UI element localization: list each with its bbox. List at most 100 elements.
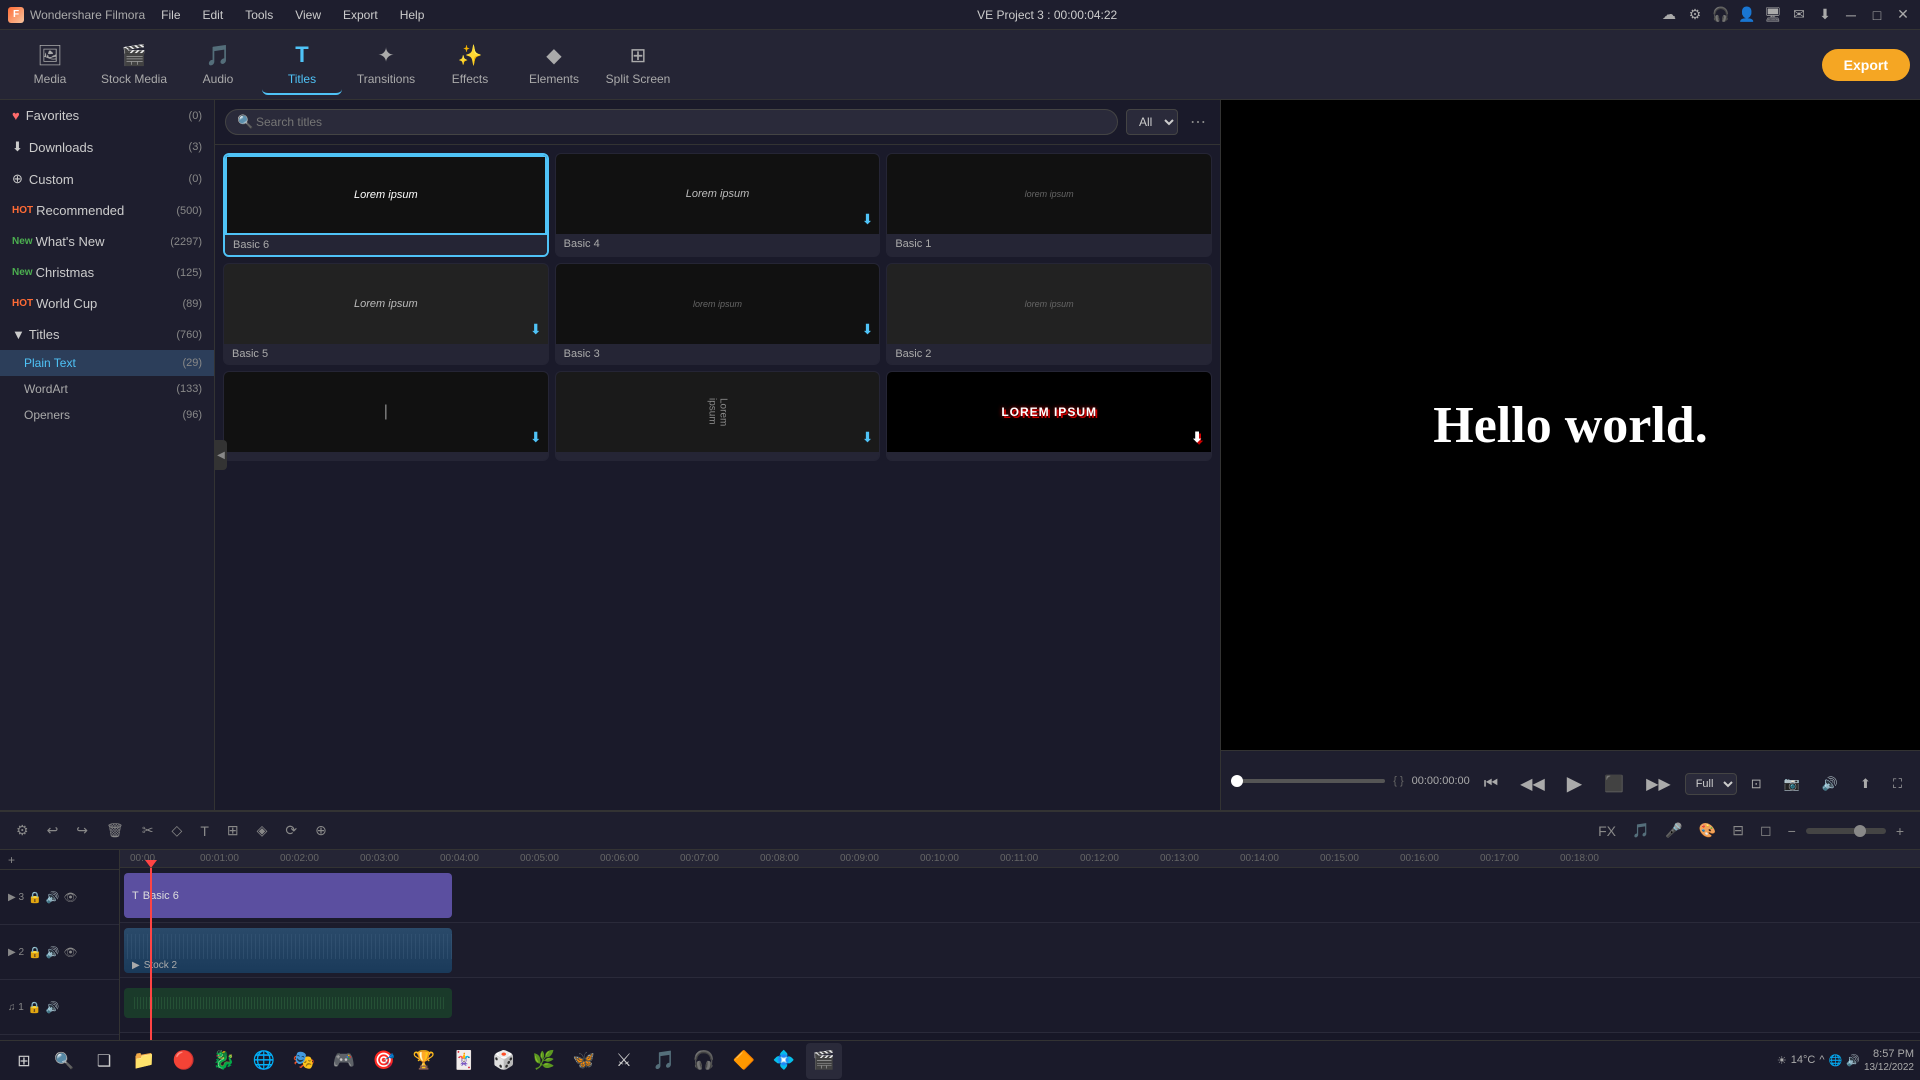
sidebar-favorites[interactable]: ♥ Favorites (0) bbox=[0, 100, 214, 131]
title-card-row3-1[interactable]: | ⬇ bbox=[223, 371, 549, 461]
zoom-out-button[interactable]: − bbox=[1782, 818, 1802, 843]
taskbar-app6[interactable]: 🏆 bbox=[406, 1043, 442, 1079]
crop-button[interactable]: ⊞ bbox=[221, 818, 245, 843]
next-frame-button[interactable]: ▶▶ bbox=[1638, 770, 1679, 798]
taskbar-app5[interactable]: 🎯 bbox=[366, 1043, 402, 1079]
sidebar-collapse-button[interactable]: ◀ bbox=[215, 440, 227, 470]
taskbar-app2[interactable]: 🐉 bbox=[206, 1043, 242, 1079]
toolbar-effects[interactable]: ✨ Effects bbox=[430, 35, 510, 95]
track-clip-title[interactable]: T Basic 6 bbox=[124, 873, 452, 918]
fit-screen-button[interactable]: ⊡ bbox=[1743, 772, 1770, 796]
taskbar-app12[interactable]: 🎵 bbox=[646, 1043, 682, 1079]
maximize-button[interactable]: □ bbox=[1868, 6, 1886, 24]
taskbar-vlc[interactable]: 🔶 bbox=[726, 1043, 762, 1079]
title-card-basic3[interactable]: lorem ipsum ⬇ Basic 3 bbox=[555, 263, 881, 365]
speed-button[interactable]: ⟳ bbox=[279, 818, 303, 843]
settings-icon[interactable]: ⚙ bbox=[1686, 6, 1704, 24]
sidebar-plain-text[interactable]: Plain Text (29) bbox=[0, 350, 214, 376]
taskbar-app11[interactable]: ⚔ bbox=[606, 1043, 642, 1079]
track2-lock[interactable]: 🔒 bbox=[28, 946, 42, 959]
track3-mute[interactable]: 🔊 bbox=[46, 891, 60, 904]
rewind-button[interactable]: ⏮ bbox=[1476, 771, 1506, 797]
track3-lock[interactable]: 🔒 bbox=[28, 891, 42, 904]
taskbar-app10[interactable]: 🦋 bbox=[566, 1043, 602, 1079]
taskbar-app9[interactable]: 🌿 bbox=[526, 1043, 562, 1079]
zoom-slider-handle[interactable] bbox=[1854, 825, 1866, 837]
keyframe-button[interactable]: ◈ bbox=[251, 818, 274, 843]
toolbar-audio[interactable]: 🎵 Audio bbox=[178, 35, 258, 95]
timeline-fx-button[interactable]: FX bbox=[1592, 818, 1622, 843]
minimize-button[interactable]: ─ bbox=[1842, 6, 1860, 24]
download-icon[interactable]: ⬇ bbox=[1816, 6, 1834, 24]
task-view-button[interactable]: ❑ bbox=[86, 1043, 122, 1079]
menu-tools[interactable]: Tools bbox=[235, 6, 283, 24]
taskbar-spotify[interactable]: 🎧 bbox=[686, 1043, 722, 1079]
cut-button[interactable]: ✂ bbox=[136, 818, 160, 843]
taskbar-explorer[interactable]: 📁 bbox=[126, 1043, 162, 1079]
add-to-timeline-button[interactable]: + bbox=[8, 853, 15, 867]
audio-clip[interactable] bbox=[124, 988, 452, 1018]
play-button[interactable]: ▶ bbox=[1559, 767, 1590, 800]
sidebar-wordart[interactable]: WordArt (133) bbox=[0, 376, 214, 402]
sidebar-christmas[interactable]: New Christmas (125) bbox=[0, 257, 214, 288]
taskbar-app3[interactable]: 🎭 bbox=[286, 1043, 322, 1079]
menu-help[interactable]: Help bbox=[390, 6, 435, 24]
title-card-lorem-red[interactable]: LOREM IPSUM ⬇ bbox=[886, 371, 1212, 461]
taskbar-app1[interactable]: 🔴 bbox=[166, 1043, 202, 1079]
track2-hide[interactable]: 👁 bbox=[63, 946, 77, 959]
title-card-basic4[interactable]: Lorem ipsum ⬇ Basic 4 bbox=[555, 153, 881, 257]
undo-button[interactable]: ↩ bbox=[41, 818, 65, 843]
grid-view-icon[interactable]: ⋯ bbox=[1186, 108, 1210, 136]
timeline-settings-button[interactable]: ⚙ bbox=[10, 818, 35, 843]
filter-dropdown[interactable]: All bbox=[1126, 109, 1178, 135]
track-clip-video[interactable]: ▶ Stock 2 bbox=[124, 928, 452, 973]
menu-view[interactable]: View bbox=[285, 6, 331, 24]
timeline-color-button[interactable]: 🎨 bbox=[1693, 818, 1722, 843]
track3-hide[interactable]: 👁 bbox=[63, 891, 77, 904]
taskbar-chevron-icon[interactable]: ^ bbox=[1819, 1054, 1824, 1066]
search-input[interactable] bbox=[225, 109, 1118, 135]
taskbar-app7[interactable]: 🃏 bbox=[446, 1043, 482, 1079]
fullscreen-button[interactable]: ⛶ bbox=[1885, 772, 1910, 796]
taskbar-filmora[interactable]: 🎬 bbox=[806, 1043, 842, 1079]
title-card-basic6[interactable]: Lorem ipsum Basic 6 bbox=[223, 153, 549, 257]
mail-icon[interactable]: ✉ bbox=[1790, 6, 1808, 24]
export-button[interactable]: Export bbox=[1822, 49, 1910, 81]
screen-icon[interactable]: 🖥 bbox=[1764, 6, 1782, 24]
start-button[interactable]: ⊞ bbox=[6, 1043, 42, 1079]
sidebar-downloads[interactable]: ⬇ Downloads (3) bbox=[0, 131, 214, 163]
headset-icon[interactable]: 🎧 bbox=[1712, 6, 1730, 24]
menu-export[interactable]: Export bbox=[333, 6, 388, 24]
track2-mute[interactable]: 🔊 bbox=[46, 946, 60, 959]
toolbar-titles[interactable]: T Titles bbox=[262, 35, 342, 95]
export-frame-button[interactable]: ⬆ bbox=[1852, 772, 1879, 796]
timeline-audio-button[interactable]: 🎵 bbox=[1626, 818, 1655, 843]
taskbar-app13[interactable]: 💠 bbox=[766, 1043, 802, 1079]
title-card-basic1[interactable]: lorem ipsum Basic 1 bbox=[886, 153, 1212, 257]
history-button[interactable]: ⊕ bbox=[309, 818, 333, 843]
title-card-row3-2[interactable]: Loremipsum ⬇ bbox=[555, 371, 881, 461]
title-card-basic5[interactable]: Lorem ipsum ⬇ Basic 5 bbox=[223, 263, 549, 365]
zoom-select[interactable]: Full bbox=[1685, 773, 1737, 795]
stop-button[interactable]: ⬛ bbox=[1596, 770, 1632, 798]
title-card-basic2[interactable]: lorem ipsum Basic 2 bbox=[886, 263, 1212, 365]
taskbar-chrome[interactable]: 🌐 bbox=[246, 1043, 282, 1079]
timeline-crop-button[interactable]: ◻ bbox=[1754, 818, 1778, 843]
search-taskbar-button[interactable]: 🔍 bbox=[46, 1043, 82, 1079]
toolbar-stock-media[interactable]: 🎬 Stock Media bbox=[94, 35, 174, 95]
sidebar-custom[interactable]: ⊕ Custom (0) bbox=[0, 163, 214, 195]
taskbar-app4[interactable]: 🎮 bbox=[326, 1043, 362, 1079]
sidebar-openers[interactable]: Openers (96) bbox=[0, 402, 214, 428]
sidebar-recommended[interactable]: HOT Recommended (500) bbox=[0, 195, 214, 226]
volume-button[interactable]: 🔊 bbox=[1814, 772, 1846, 796]
toolbar-transitions[interactable]: ✦ Transitions bbox=[346, 35, 426, 95]
zoom-in-button[interactable]: + bbox=[1890, 818, 1910, 843]
screenshot-button[interactable]: 📷 bbox=[1776, 772, 1808, 796]
text-button[interactable]: T bbox=[194, 819, 215, 843]
taskbar-clock[interactable]: 8:57 PM 13/12/2022 bbox=[1864, 1047, 1914, 1074]
redo-button[interactable]: ↪ bbox=[70, 818, 94, 843]
close-button[interactable]: ✕ bbox=[1894, 6, 1912, 24]
cloud-icon[interactable]: ☁ bbox=[1660, 6, 1678, 24]
delete-button[interactable]: 🗑 bbox=[100, 818, 130, 843]
prev-frame-button[interactable]: ◀◀ bbox=[1512, 770, 1553, 798]
